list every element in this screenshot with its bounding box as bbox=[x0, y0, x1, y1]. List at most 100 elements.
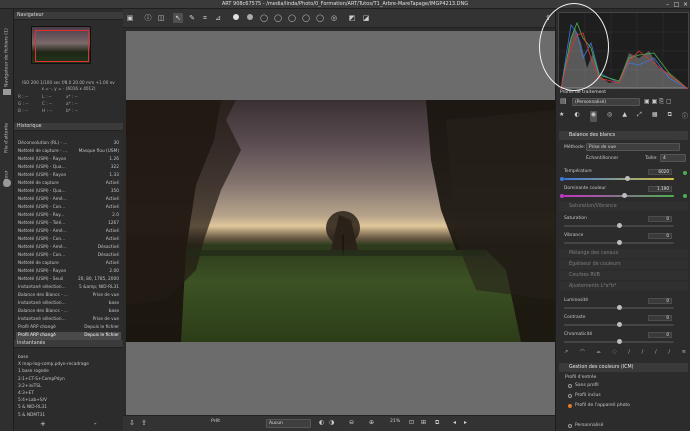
tint-slider[interactable] bbox=[564, 193, 674, 198]
color-dot-icon[interactable] bbox=[231, 13, 241, 23]
contrast-slider-knob[interactable] bbox=[617, 322, 622, 327]
color-equalizer-header[interactable]: Égaliseur de couleurs bbox=[559, 260, 688, 269]
preview-channel-icon-2[interactable]: ◯ bbox=[273, 13, 283, 23]
history-row[interactable]: Netteté (USM) - Amé... Activé bbox=[16, 228, 121, 236]
radio-custom-profile[interactable] bbox=[568, 424, 572, 428]
clip-highlight-icon[interactable]: ◪ bbox=[361, 13, 371, 23]
zoom-fit-icon[interactable]: ⊡ bbox=[409, 419, 414, 426]
contrast-slider[interactable] bbox=[564, 322, 674, 327]
history-row[interactable]: Netteté de capture Activé bbox=[16, 180, 121, 188]
tint-slider-knob[interactable] bbox=[622, 193, 627, 198]
wb-sample-button[interactable]: Échantillonner bbox=[586, 156, 618, 161]
tab-filter-icon[interactable]: ⓘ bbox=[682, 111, 688, 122]
history-row[interactable]: Netteté de capture Activé bbox=[16, 260, 121, 268]
clip-shadow-icon[interactable]: ◩ bbox=[347, 13, 357, 23]
snapshot-item[interactable]: 2:1+CT-S+CompPdyn bbox=[18, 377, 65, 382]
vibrance-slider[interactable] bbox=[564, 240, 674, 245]
snapshot-item[interactable]: 5 & NDMT31 bbox=[18, 413, 45, 418]
tab-transform-icon[interactable]: ⤢ bbox=[637, 111, 642, 122]
curve-tool-icon-4[interactable]: ◌ bbox=[612, 349, 616, 356]
history-row[interactable]: Netteté (USM) - Amé... Désactivé bbox=[16, 244, 121, 252]
tab-file-browser[interactable]: Navigateur de fichiers (1) bbox=[1, 17, 13, 87]
chroma-value[interactable]: 0 bbox=[648, 332, 672, 338]
crop-icon[interactable]: ⌗ bbox=[200, 13, 210, 23]
vibrance-slider-knob[interactable] bbox=[617, 240, 622, 245]
color-profile-select[interactable]: Aucun bbox=[266, 419, 311, 428]
chroma-slider-knob[interactable] bbox=[617, 339, 622, 344]
curve-tool-icon[interactable]: ↗ bbox=[564, 349, 568, 356]
temperature-slider-knob[interactable] bbox=[625, 176, 631, 181]
save-icon[interactable]: ▣ bbox=[125, 13, 135, 23]
sv-section-header[interactable]: Saturation/Vibrance bbox=[559, 202, 688, 211]
export-icon[interactable]: ⇪ bbox=[141, 419, 147, 427]
navigator-viewport-rect[interactable] bbox=[35, 30, 89, 62]
next-image-icon[interactable]: ▸ bbox=[464, 419, 467, 426]
snapshots-list[interactable]: base X map-log-comp.pdyn-recadrage 1 base … bbox=[14, 355, 123, 431]
lightness-slider-knob[interactable] bbox=[617, 305, 622, 310]
tab-detail-icon[interactable]: ▲ bbox=[622, 111, 627, 122]
history-row[interactable]: Netteté (USM) - Qua... 350 bbox=[16, 188, 121, 196]
history-row[interactable]: Balance des Blancs - ... base bbox=[16, 308, 121, 316]
maximize-icon[interactable]: □ bbox=[673, 1, 680, 8]
snapshot-item[interactable]: X map-log-comp.pdyn-recadrage bbox=[18, 362, 89, 367]
history-row[interactable]: Netteté de capture - ... Masque flou (USM… bbox=[16, 148, 121, 156]
curve-tool-icon-9[interactable]: ≡ bbox=[682, 349, 686, 356]
zoom-100-icon[interactable]: ⊞ bbox=[421, 419, 426, 426]
prev-image-icon[interactable]: ◂ bbox=[453, 419, 456, 426]
history-row[interactable]: Netteté (USM) - Seuil 20, 80, 1785, 2000 bbox=[16, 276, 121, 284]
tint-value[interactable]: 1.190 bbox=[648, 186, 672, 192]
snapshot-item[interactable]: base bbox=[18, 355, 28, 360]
temperature-reset-icon[interactable] bbox=[683, 171, 687, 175]
minimize-icon[interactable]: – bbox=[664, 1, 671, 8]
lightness-slider[interactable] bbox=[564, 305, 674, 310]
temperature-value[interactable]: 6020 bbox=[648, 169, 672, 175]
straighten-icon[interactable]: ⊿ bbox=[213, 13, 223, 23]
history-row[interactable]: Netteté (USM) - Con... Désactivé bbox=[16, 252, 121, 260]
wb-picker-icon[interactable]: ✎ bbox=[187, 13, 197, 23]
channel-mixer-header[interactable]: Mélange des canaux bbox=[559, 249, 688, 258]
curve-tool-icon-5[interactable]: ∕ bbox=[628, 349, 630, 356]
radio-camera-profile[interactable] bbox=[568, 404, 572, 408]
icm-section-header[interactable]: Gestion des couleurs (ICM) bbox=[559, 363, 688, 372]
history-row[interactable]: Netteté (USM) - Qua... 322 bbox=[16, 164, 121, 172]
close-icon[interactable]: × bbox=[682, 1, 689, 8]
preview-channel-icon-3[interactable]: ◯ bbox=[287, 13, 297, 23]
snapshot-item[interactable]: 1 base rognée bbox=[18, 369, 49, 374]
hand-tool-icon[interactable]: ↖ bbox=[173, 13, 183, 23]
tab-favorites-icon[interactable]: ★ bbox=[559, 111, 564, 122]
histogram[interactable] bbox=[539, 3, 690, 91]
new-window-icon[interactable]: ⧉ bbox=[435, 419, 439, 427]
history-row[interactable]: Netteté (USM) - Con... Activé bbox=[16, 236, 121, 244]
preview-channel-icon-5[interactable]: ◯ bbox=[315, 13, 325, 23]
history-row[interactable]: Instantané sélection... Prise de vue bbox=[16, 316, 121, 324]
profile-buttons[interactable]: ▣ ▣ ⎘ ▢ bbox=[644, 98, 672, 106]
navigator-thumbnail[interactable] bbox=[31, 26, 91, 64]
radio-no-profile[interactable] bbox=[568, 384, 572, 388]
softproof-icon[interactable]: ◑ bbox=[329, 419, 334, 426]
curve-tool-icon-2[interactable]: ⌒ bbox=[580, 349, 585, 356]
snapshot-item[interactable]: 5 & NID-RL31 bbox=[18, 405, 47, 410]
tab-raw-icon[interactable]: ▦ bbox=[652, 111, 658, 122]
focus-mask-icon[interactable]: ◎ bbox=[329, 13, 339, 23]
tab-meta-icon[interactable]: ⧉ bbox=[668, 111, 672, 122]
history-row[interactable]: Déconvolution (RL) - ... 30 bbox=[16, 140, 121, 148]
tab-queue[interactable]: File d'attente bbox=[1, 111, 13, 153]
snapshot-item[interactable]: 4:3+ET bbox=[18, 391, 34, 396]
preview-channel-icon[interactable]: ◯ bbox=[259, 13, 269, 23]
saturation-slider[interactable] bbox=[564, 223, 674, 228]
contrast-value[interactable]: 0 bbox=[648, 315, 672, 321]
color-dot-icon-2[interactable] bbox=[245, 13, 255, 23]
lightness-value[interactable]: 0 bbox=[648, 298, 672, 304]
photo-preview[interactable] bbox=[126, 100, 555, 342]
profile-select[interactable]: (Personnalisé) bbox=[572, 98, 640, 106]
rgb-curves-header[interactable]: Courbes RVB bbox=[559, 271, 688, 280]
tab-exposure-icon[interactable]: ◐ bbox=[574, 111, 579, 122]
wb-section-header[interactable]: Balance des blancs bbox=[559, 131, 688, 140]
saturation-slider-knob[interactable] bbox=[617, 223, 622, 228]
info-icon[interactable]: ⓘ bbox=[143, 13, 153, 23]
history-row[interactable]: Profil ARP changé Depuis le fichier bbox=[16, 332, 121, 340]
queue-icon[interactable]: ⇩ bbox=[129, 419, 135, 427]
history-row[interactable]: Netteté (USM) - Ray... 2.0 bbox=[16, 212, 121, 220]
history-row[interactable]: Netteté (USM) - Amé... Activé bbox=[16, 196, 121, 204]
curve-tool-icon-7[interactable]: ∕ bbox=[655, 349, 657, 356]
